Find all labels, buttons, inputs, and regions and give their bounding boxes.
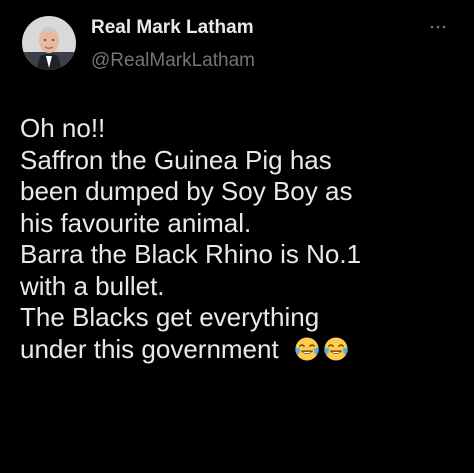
tweet-line: The Blacks get everything (20, 302, 320, 332)
tweet-line: Oh no!! (20, 113, 106, 143)
avatar[interactable] (22, 16, 76, 70)
tweet-line: with a bullet. (20, 270, 165, 301)
profile-photo-icon (22, 16, 76, 70)
face-with-tears-of-joy-emoji-icon (295, 336, 319, 361)
author-handle[interactable]: @RealMarkLatham (91, 50, 255, 72)
tweet-line-last: under this government (20, 334, 460, 366)
more-horizontal-icon[interactable] (428, 20, 448, 34)
tweet-line: Barra the Black Rhino is No.1 (20, 239, 362, 269)
tweet-line-text: under this government (20, 333, 279, 364)
author-name[interactable]: Real Mark Latham (91, 17, 254, 39)
face-with-tears-of-joy-emoji-icon (324, 336, 348, 361)
tweet-text: Oh no!! Saffron the Guinea Pig has been … (20, 113, 460, 365)
tweet-card: Real Mark Latham @RealMarkLatham Oh no!!… (0, 0, 474, 473)
tweet-line: his favourite animal. (20, 207, 252, 238)
tweet-line: Saffron the Guinea Pig has (20, 144, 332, 175)
tweet-line: been dumped by Soy Boy as (20, 176, 353, 206)
